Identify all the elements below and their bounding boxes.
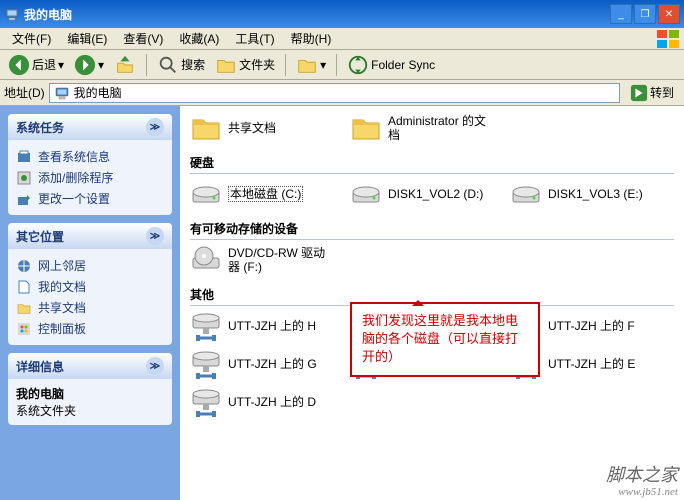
chevron-up-icon: ≫ [146,118,164,136]
watermark: 脚本之家 www.jb51.net [606,466,678,498]
views-icon [296,54,318,76]
detail-title: 我的电脑 [16,385,164,402]
side-panel: 系统任务≫ 查看系统信息添加/删除程序更改一个设置 [8,114,172,215]
file-label: 本地磁盘 (C:) [228,186,303,202]
group: 有可移动存储的设备 DVD/CD-RW 驱动器 (F:) [190,218,674,276]
address-input[interactable]: 我的电脑 [49,83,620,103]
mydocs-icon [16,279,32,295]
search-icon [157,54,179,76]
chevron-up-icon: ≫ [146,357,164,375]
file-label: UTT-JZH 上的 G [228,357,317,371]
sidebar: 系统任务≫ 查看系统信息添加/删除程序更改一个设置其它位置≫ 网上邻居我的文档共享文… [0,106,180,500]
toolbar: 后退 ▾ ▾ 搜索 文件夹 ▾ Folder Sync [0,50,684,80]
netdrive-icon [190,310,222,342]
menu-view[interactable]: 查看(V) [115,28,171,49]
file-label: DISK1_VOL2 (D:) [388,187,483,201]
file-label: UTT-JZH 上的 D [228,395,316,409]
address-bar: 地址(D) 我的电脑 转到 [0,80,684,106]
up-button[interactable] [110,52,140,78]
file-item[interactable]: 本地磁盘 (C:) [190,178,330,210]
window-title: 我的电脑 [24,6,610,23]
file-item[interactable]: DVD/CD-RW 驱动器 (F:) [190,244,330,276]
file-label: DISK1_VOL3 (E:) [548,187,643,201]
drive-icon [190,178,222,210]
file-item[interactable]: DISK1_VOL2 (D:) [350,178,490,210]
annotation-callout: 我们发现这里就是我本地电脑的各个磁盘（可以直接打开的） [350,302,540,377]
back-button[interactable]: 后退 ▾ [4,52,68,78]
file-item[interactable]: DISK1_VOL3 (E:) [510,178,650,210]
file-item[interactable]: Administrator 的文档 [350,112,490,144]
sync-icon [347,54,369,76]
side-panel-header[interactable]: 其它位置≫ [8,223,172,249]
main-content: 共享文档 Administrator 的文档硬盘本地磁盘 (C:) DISK1_VO… [180,106,684,500]
forward-icon [74,54,96,76]
maximize-button[interactable]: ❐ [634,4,656,24]
title-bar: 我的电脑 _ ❐ ✕ [0,0,684,28]
folders-button[interactable]: 文件夹 [211,52,279,78]
side-panel-header[interactable]: 详细信息≫ [8,353,172,379]
side-panel: 详细信息≫ 我的电脑系统文件夹 [8,353,172,425]
menu-favorites[interactable]: 收藏(A) [171,28,227,49]
netdrive-icon [190,348,222,380]
file-item[interactable]: UTT-JZH 上的 D [190,386,330,418]
computer-icon [54,85,70,101]
folder-icon [190,112,222,144]
close-button[interactable]: ✕ [658,4,680,24]
file-label: UTT-JZH 上的 F [548,319,635,333]
menu-bar: 文件(F) 编辑(E) 查看(V) 收藏(A) 工具(T) 帮助(H) [0,28,684,50]
file-label: UTT-JZH 上的 H [228,319,316,333]
folder-icon [350,112,382,144]
side-link[interactable]: 网上邻居 [16,255,164,276]
network-icon [16,258,32,274]
up-icon [114,54,136,76]
group: 硬盘本地磁盘 (C:) DISK1_VOL2 (D:) DISK1_VOL3 (E:… [190,152,674,210]
dvd-icon [190,244,222,276]
file-item[interactable]: UTT-JZH 上的 G [190,348,330,380]
file-label: 共享文档 [228,121,276,135]
setting-icon [16,191,32,207]
side-link[interactable]: 我的文档 [16,276,164,297]
addremove-icon [16,170,32,186]
chevron-up-icon: ≫ [146,227,164,245]
control-icon [16,321,32,337]
folder-sync-button[interactable]: Folder Sync [343,52,439,78]
minimize-button[interactable]: _ [610,4,632,24]
info-icon [16,149,32,165]
file-label: DVD/CD-RW 驱动器 (F:) [228,246,330,275]
side-link[interactable]: 控制面板 [16,318,164,339]
search-button[interactable]: 搜索 [153,52,209,78]
file-label: UTT-JZH 上的 E [548,357,635,371]
menu-tools[interactable]: 工具(T) [227,28,282,49]
side-link[interactable]: 添加/删除程序 [16,167,164,188]
detail-subtitle: 系统文件夹 [16,402,164,419]
go-button[interactable]: 转到 [624,82,680,104]
side-link[interactable]: 共享文档 [16,297,164,318]
file-label: Administrator 的文档 [388,114,490,143]
side-panel: 其它位置≫ 网上邻居我的文档共享文档控制面板 [8,223,172,345]
side-link[interactable]: 更改一个设置 [16,188,164,209]
folder-icon [16,300,32,316]
group-header: 有可移动存储的设备 [190,218,674,240]
drive-icon [510,178,542,210]
folders-icon [215,54,237,76]
menu-edit[interactable]: 编辑(E) [59,28,115,49]
group-header: 硬盘 [190,152,674,174]
forward-button[interactable]: ▾ [70,52,108,78]
computer-icon [4,6,20,22]
side-panel-header[interactable]: 系统任务≫ [8,114,172,140]
windows-logo-icon [656,29,680,49]
menu-file[interactable]: 文件(F) [4,28,59,49]
views-button[interactable]: ▾ [292,52,330,78]
address-label: 地址(D) [4,84,45,101]
netdrive-icon [190,386,222,418]
file-item[interactable]: UTT-JZH 上的 H [190,310,330,342]
menu-help[interactable]: 帮助(H) [283,28,340,49]
back-icon [8,54,30,76]
file-item[interactable]: 共享文档 [190,112,330,144]
drive-icon [350,178,382,210]
go-icon [630,84,648,102]
side-link[interactable]: 查看系统信息 [16,146,164,167]
